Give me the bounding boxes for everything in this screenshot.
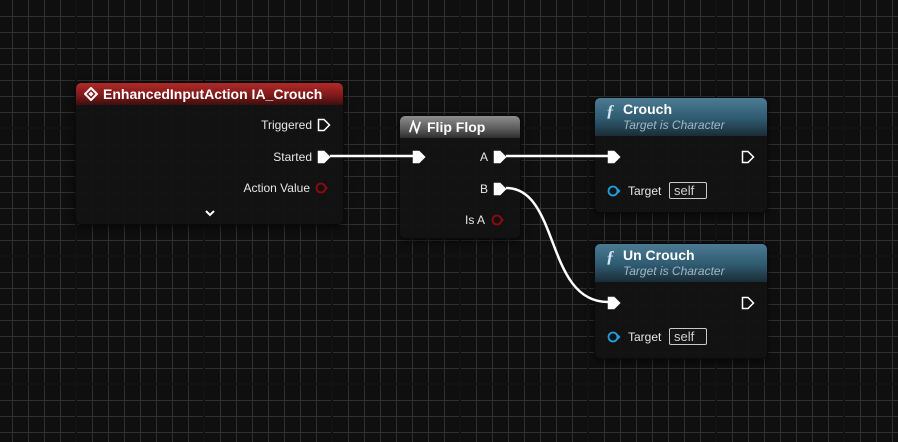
node-title: EnhancedInputAction IA_Crouch [103, 86, 323, 102]
exec-pin-output-icon[interactable] [741, 150, 755, 164]
pin-label-started: Started [273, 150, 312, 164]
target-value-field[interactable]: self [669, 328, 707, 345]
exec-pin-b-icon[interactable] [493, 182, 507, 196]
exec-pin-triggered-icon[interactable] [317, 118, 331, 132]
pin-label-a: A [480, 150, 489, 164]
pin-label-is-a: Is A [465, 213, 486, 227]
pin-label-triggered: Triggered [261, 118, 312, 132]
pin-label-target: Target [628, 330, 662, 344]
node-title: Flip Flop [427, 119, 486, 135]
node-title: Un Crouch [623, 247, 695, 263]
exec-pin-output-icon[interactable] [741, 296, 755, 310]
un-crouch-node[interactable]: ƒ Un Crouch Target is Character Target s… [594, 243, 768, 359]
exec-pin-a-icon[interactable] [493, 150, 507, 164]
function-f-icon: ƒ [606, 101, 615, 120]
exec-pin-input-icon[interactable] [607, 296, 621, 310]
flip-flop-node[interactable]: Flip Flop A B Is A [399, 115, 521, 239]
event-diamond-icon [84, 87, 98, 101]
exec-pin-started-icon[interactable] [317, 150, 331, 164]
bool-pin-action-value-icon[interactable] [315, 182, 329, 194]
bool-pin-is-a-icon[interactable] [491, 214, 505, 226]
pin-label-action-value: Action Value [243, 181, 311, 195]
node-title: Crouch [623, 101, 672, 117]
enhanced-input-action-node[interactable]: EnhancedInputAction IA_Crouch Triggered … [75, 82, 344, 225]
node-header[interactable]: Flip Flop [400, 116, 520, 138]
node-subtitle: Target is Character [623, 264, 725, 278]
crouch-node[interactable]: ƒ Crouch Target is Character Target self [594, 97, 768, 213]
target-value-field[interactable]: self [669, 182, 707, 199]
object-pin-target-icon[interactable] [607, 331, 623, 343]
chevron-down-icon[interactable] [204, 208, 216, 218]
object-pin-target-icon[interactable] [607, 185, 623, 197]
node-header[interactable]: ƒ Crouch Target is Character [595, 98, 767, 136]
function-f-icon: ƒ [606, 247, 615, 266]
flow-control-icon [408, 120, 422, 134]
node-subtitle: Target is Character [623, 118, 725, 132]
node-header[interactable]: ƒ Un Crouch Target is Character [595, 244, 767, 282]
pin-label-target: Target [628, 184, 662, 198]
pin-label-b: B [480, 182, 489, 196]
exec-pin-input-icon[interactable] [607, 150, 621, 164]
node-header[interactable]: EnhancedInputAction IA_Crouch [76, 83, 343, 105]
exec-pin-input-icon[interactable] [412, 150, 426, 164]
